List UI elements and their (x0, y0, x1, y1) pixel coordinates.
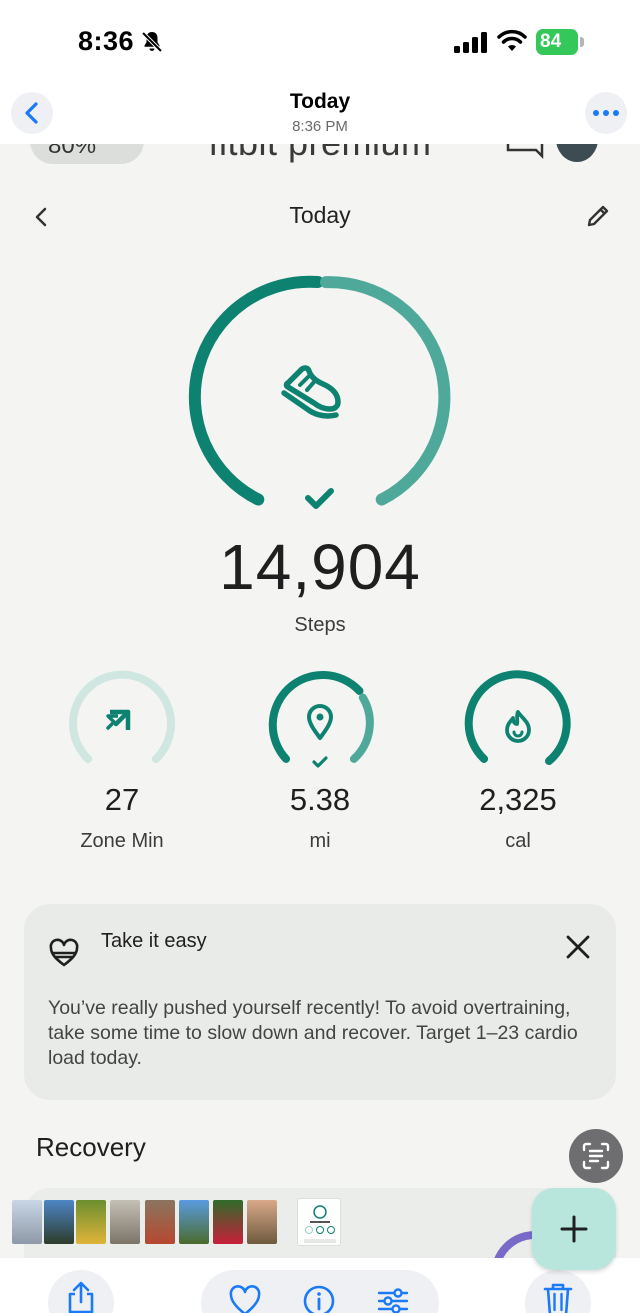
day-navigation: Today (0, 195, 640, 239)
distance-check-icon (312, 756, 328, 768)
zone-minutes-value: 27 (104, 782, 140, 817)
status-time: 8:36 (78, 26, 135, 56)
distance-label: mi (309, 830, 331, 852)
viewer-subtitle: 8:36 PM (292, 118, 348, 135)
insight-body: You’ve really pushed yourself recently! … (48, 997, 578, 1069)
insight-card[interactable]: Take it easy You’ve really pushed yourse… (24, 904, 616, 1100)
bell-muted-icon (141, 31, 163, 53)
flame-icon (505, 710, 531, 743)
insight-title: Take it easy (101, 930, 207, 952)
steps-ring-left-arc (188, 275, 324, 506)
delete-button[interactable] (525, 1270, 591, 1313)
add-button[interactable] (532, 1188, 616, 1270)
calories-ring (464, 670, 571, 765)
steps-progress-ring[interactable] (180, 270, 460, 520)
heart-rate-icon (49, 938, 79, 967)
steps-ring-right-arc (320, 276, 451, 506)
day-title: Today (289, 202, 351, 228)
steps-value: 14,904 (219, 531, 421, 603)
zone-minutes-ring (69, 670, 175, 763)
battery-level: 84 (536, 29, 578, 55)
plus-icon (560, 1215, 588, 1243)
cellular-signal-icon (454, 32, 487, 53)
thumbnail[interactable] (76, 1200, 106, 1244)
thumbnail[interactable] (179, 1200, 209, 1244)
edit-pencil-icon[interactable] (584, 201, 612, 231)
heart-icon[interactable] (228, 1284, 262, 1313)
brand-title: fitbit premium (0, 144, 640, 164)
calories-label: cal (505, 830, 531, 852)
zone-minutes-metric[interactable]: 27 Zone Min (62, 668, 182, 858)
calories-value: 2,325 (479, 782, 557, 817)
thumbnail[interactable] (145, 1200, 175, 1244)
close-icon[interactable] (563, 932, 593, 962)
goal-check-icon (305, 488, 334, 509)
ellipsis-icon (593, 110, 619, 116)
live-text-button[interactable] (569, 1129, 623, 1183)
distance-metric[interactable]: 5.38 mi (260, 668, 380, 858)
wifi-icon (497, 29, 527, 51)
app-header: 80% fitbit premium (0, 144, 640, 174)
distance-ring (268, 670, 374, 768)
thumbnail[interactable] (213, 1200, 243, 1244)
info-icon[interactable] (302, 1284, 336, 1313)
shoe-icon (281, 365, 341, 419)
share-button[interactable] (48, 1270, 114, 1313)
calories-metric[interactable]: 2,325 cal (458, 668, 578, 858)
adjust-sliders-icon[interactable] (376, 1284, 410, 1313)
share-icon (68, 1281, 94, 1313)
live-text-scan-icon (582, 1142, 610, 1170)
thumbnail-current[interactable] (297, 1198, 341, 1246)
chat-icon (506, 144, 544, 160)
action-group (201, 1270, 439, 1313)
thumbnail[interactable] (12, 1200, 42, 1244)
more-button[interactable] (585, 92, 627, 134)
viewer-title: Today (289, 90, 351, 113)
location-pin-icon (307, 704, 333, 740)
trash-icon (543, 1283, 573, 1313)
current-screenshot-preview (304, 1205, 336, 1243)
zone-arrow-icon (106, 709, 131, 730)
thumbnail[interactable] (44, 1200, 74, 1244)
thumbnail[interactable] (247, 1200, 277, 1244)
zone-minutes-label: Zone Min (80, 830, 164, 852)
thumbnail[interactable] (110, 1200, 140, 1244)
battery-indicator: 84 (536, 29, 584, 55)
steps-label: Steps (294, 614, 346, 636)
section-title: Recovery (36, 1132, 146, 1162)
distance-value: 5.38 (289, 782, 351, 817)
viewer-header: Today 8:36 PM (0, 84, 640, 144)
battery-tip (580, 37, 584, 47)
status-bar: 8:36 84 (0, 0, 640, 84)
